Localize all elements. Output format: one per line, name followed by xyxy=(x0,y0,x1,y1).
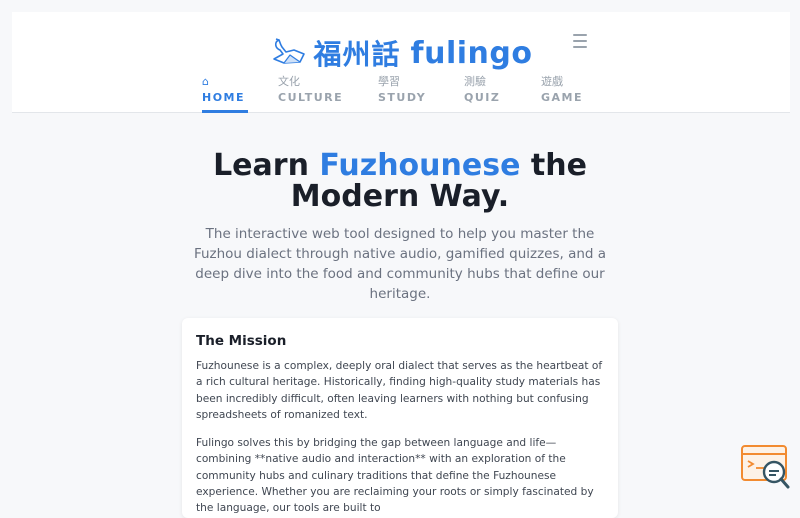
logo-chinese-text: 福州話 xyxy=(313,38,401,71)
logo-text: fulingo xyxy=(410,35,533,71)
logo[interactable]: 福州話 fulingo xyxy=(12,30,790,76)
hero-title: Learn Fuzhounese the Modern Way. xyxy=(100,150,700,212)
tab-culture[interactable]: 文化 CULTURE xyxy=(278,75,348,113)
main-nav: ⌂ HOME 文化 CULTURE 學習 STUDY 測驗 QUIZ 遊戲 GA… xyxy=(202,75,591,113)
home-icon: ⌂ xyxy=(202,75,209,88)
hero-subtitle: The interactive web tool designed to hel… xyxy=(193,226,607,302)
mission-paragraph-1: Fuzhounese is a complex, deeply oral dia… xyxy=(196,360,603,421)
game-icon: 遊戲 xyxy=(541,75,563,88)
tab-home[interactable]: ⌂ HOME xyxy=(202,75,248,113)
culture-icon: 文化 xyxy=(278,75,300,88)
hamburger-menu-icon[interactable] xyxy=(573,34,587,48)
hero-title-post: the xyxy=(520,148,587,183)
swan-logo-icon xyxy=(272,38,305,64)
tab-label: HOME xyxy=(202,91,246,104)
mission-title: The Mission xyxy=(196,333,287,349)
tab-label: GAME xyxy=(541,91,584,104)
quiz-icon: 測驗 xyxy=(464,75,486,88)
tab-label: CULTURE xyxy=(278,91,344,104)
tab-label: STUDY xyxy=(378,91,427,104)
hero-title-line2: Modern Way. xyxy=(290,179,510,214)
tab-quiz[interactable]: 測驗 QUIZ xyxy=(464,75,511,113)
study-icon: 學習 xyxy=(378,75,400,88)
tab-label: QUIZ xyxy=(464,91,501,104)
tab-study[interactable]: 學習 STUDY xyxy=(378,75,434,113)
hero-title-accent: Fuzhounese xyxy=(319,148,521,183)
site-header: 福州話 fulingo ⌂ HOME 文化 CULTURE 學習 STUDY 測… xyxy=(12,12,790,113)
search-feedback-icon[interactable] xyxy=(740,444,792,490)
tab-game[interactable]: 遊戲 GAME xyxy=(541,75,591,113)
mission-paragraph-2: Fulingo solves this by bridging the gap … xyxy=(196,437,594,515)
hero-title-pre: Learn xyxy=(213,148,320,183)
mission-card: The Mission Fuzhounese is a complex, dee… xyxy=(182,318,618,518)
